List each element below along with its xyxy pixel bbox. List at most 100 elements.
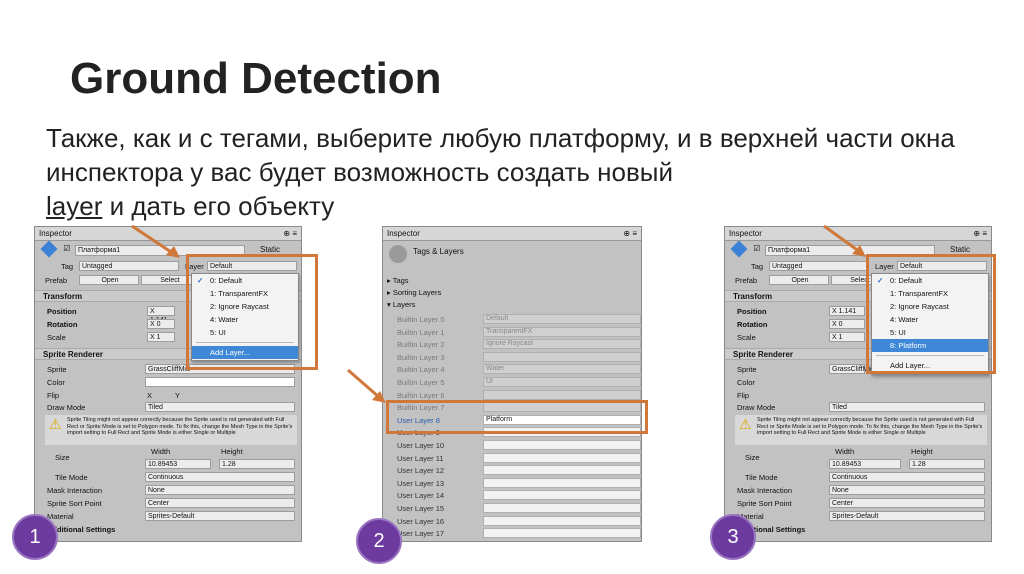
- section-label: Sprite Renderer: [43, 350, 104, 359]
- prefab-open-button[interactable]: Open: [769, 275, 829, 285]
- sprite-label: Sprite: [47, 365, 67, 374]
- material-field[interactable]: Sprites-Default: [829, 511, 985, 521]
- layer-row-label: User Layer 16: [397, 516, 445, 526]
- mask-dropdown[interactable]: None: [829, 485, 985, 495]
- flip-y[interactable]: Y: [175, 391, 180, 400]
- layer-row-field[interactable]: [483, 515, 641, 526]
- flip-x[interactable]: X: [147, 391, 152, 400]
- slide-title: Ground Detection: [70, 54, 442, 103]
- tags-layers-panel: Inspector ⊕ ≡ Tags & Layers ▸ Tags ▸ Sort…: [382, 226, 642, 542]
- step-badge-3: 3: [710, 514, 756, 560]
- tab-label: Inspector: [39, 229, 72, 238]
- layer-row-field[interactable]: [483, 490, 641, 501]
- layers-label: Layers: [392, 300, 416, 309]
- height-label: Height: [221, 447, 243, 456]
- color-field[interactable]: [145, 377, 295, 387]
- layer-row-label: Builtin Layer 1: [397, 327, 445, 337]
- position-label: Position: [47, 307, 77, 316]
- slide-body: Также, как и с тегами, выберите любую пл…: [46, 121, 966, 223]
- sort-point-dropdown[interactable]: Center: [829, 498, 985, 508]
- rotation-x[interactable]: X 0: [147, 319, 175, 329]
- warning-icon: ⚠: [49, 416, 62, 432]
- layer-row-field: [483, 351, 641, 362]
- layer-row-field: UI: [483, 377, 641, 387]
- layer-row-label: Builtin Layer 4: [397, 365, 445, 375]
- sort-point-dropdown[interactable]: Center: [145, 498, 295, 508]
- layer-row-label: User Layer 12: [397, 466, 445, 476]
- tags-layers-title: Tags & Layers: [413, 247, 464, 256]
- active-checkbox[interactable]: ☑: [753, 244, 760, 253]
- inspector-tab-2[interactable]: Inspector ⊕ ≡: [383, 227, 641, 241]
- cube-icon: [730, 240, 748, 258]
- sorting-label: Sorting Layers: [392, 288, 442, 297]
- height-field[interactable]: 1.28: [909, 459, 985, 469]
- layer-row-label: Builtin Layer 0: [397, 315, 445, 324]
- tags-label: Tags: [392, 276, 409, 285]
- lock-icon[interactable]: ⊕ ≡: [623, 229, 637, 238]
- body-part1: Также, как и с тегами, выберите любую пл…: [46, 123, 955, 187]
- lock-icon[interactable]: ⊕ ≡: [973, 229, 987, 238]
- draw-mode-label: Draw Mode: [47, 403, 86, 412]
- layer-row-field[interactable]: [483, 440, 641, 450]
- position-x[interactable]: X 1.141: [829, 306, 865, 316]
- scale-label: Scale: [47, 333, 66, 342]
- arrow-1: [131, 224, 180, 258]
- prefab-label: Prefab: [735, 276, 758, 285]
- layer-row-field[interactable]: [483, 503, 641, 513]
- width-label: Width: [835, 447, 855, 456]
- layers-section[interactable]: ▾ Layers: [387, 300, 415, 309]
- layer-row-field[interactable]: [483, 528, 641, 539]
- section-label: Transform: [43, 292, 83, 301]
- position-x[interactable]: X 1.141: [147, 306, 175, 324]
- warning-icon: ⚠: [739, 416, 752, 432]
- body-link: layer: [46, 191, 103, 221]
- mask-label: Mask Interaction: [737, 486, 793, 495]
- tab-label: Inspector: [387, 229, 420, 238]
- draw-mode-dropdown[interactable]: Tiled: [145, 402, 295, 412]
- layer-row-field: [483, 389, 641, 400]
- layer-row-label: User Layer 13: [397, 478, 445, 488]
- layer-row-label: Builtin Layer 3: [397, 352, 445, 362]
- draw-mode-dropdown[interactable]: Tiled: [829, 402, 985, 412]
- layer-row-label: User Layer 15: [397, 504, 445, 513]
- height-field[interactable]: 1.28: [219, 459, 295, 469]
- tag-dropdown[interactable]: Untagged: [769, 261, 869, 271]
- layer-row-field: Ignore Raycast: [483, 339, 641, 350]
- layer-row-field: Water: [483, 364, 641, 375]
- sorting-layers-section[interactable]: ▸ Sorting Layers: [387, 288, 441, 297]
- rotation-x[interactable]: X 0: [829, 319, 865, 329]
- scale-x[interactable]: X 1: [147, 332, 175, 342]
- section-label: Transform: [733, 292, 773, 301]
- tile-mode-dropdown[interactable]: Continuous: [145, 472, 295, 482]
- sort-point-label: Sprite Sort Point: [737, 499, 792, 508]
- layer-row-field[interactable]: [483, 477, 641, 488]
- layer-row-field: Default: [483, 314, 641, 324]
- width-field[interactable]: 10.89453: [829, 459, 901, 469]
- warning-text: Sprite Tiling might not appear correctly…: [757, 417, 983, 436]
- flip-label: Flip: [737, 391, 750, 400]
- layer-row-label: User Layer 10: [397, 441, 445, 450]
- tags-section[interactable]: ▸ Tags: [387, 276, 409, 285]
- lock-icon[interactable]: ⊕ ≡: [283, 229, 297, 238]
- step-badge-1: 1: [12, 514, 58, 560]
- position-label: Position: [737, 307, 767, 316]
- layer-row-field[interactable]: [483, 452, 641, 463]
- tag-dropdown[interactable]: Untagged: [79, 261, 179, 271]
- scale-x[interactable]: X 1: [829, 332, 865, 342]
- sprite-label: Sprite: [737, 365, 757, 374]
- tab-label: Inspector: [729, 229, 762, 238]
- layer-row-label: User Layer 14: [397, 491, 445, 501]
- tile-mode-dropdown[interactable]: Continuous: [829, 472, 985, 482]
- arrow-2: [347, 368, 386, 403]
- height-label: Height: [911, 447, 933, 456]
- mask-dropdown[interactable]: None: [145, 485, 295, 495]
- active-checkbox[interactable]: ☑: [63, 244, 70, 253]
- prefab-open-button[interactable]: Open: [79, 275, 139, 285]
- body-part2: и дать его объекту: [109, 191, 335, 221]
- step-badge-2: 2: [356, 518, 402, 564]
- material-field[interactable]: Sprites-Default: [145, 511, 295, 521]
- sprite-field[interactable]: GrassCliffMid: [829, 364, 874, 374]
- layer-row-field[interactable]: [483, 465, 641, 476]
- width-field[interactable]: 10.89453: [145, 459, 211, 469]
- warning-text: Sprite Tiling might not appear correctly…: [67, 417, 293, 436]
